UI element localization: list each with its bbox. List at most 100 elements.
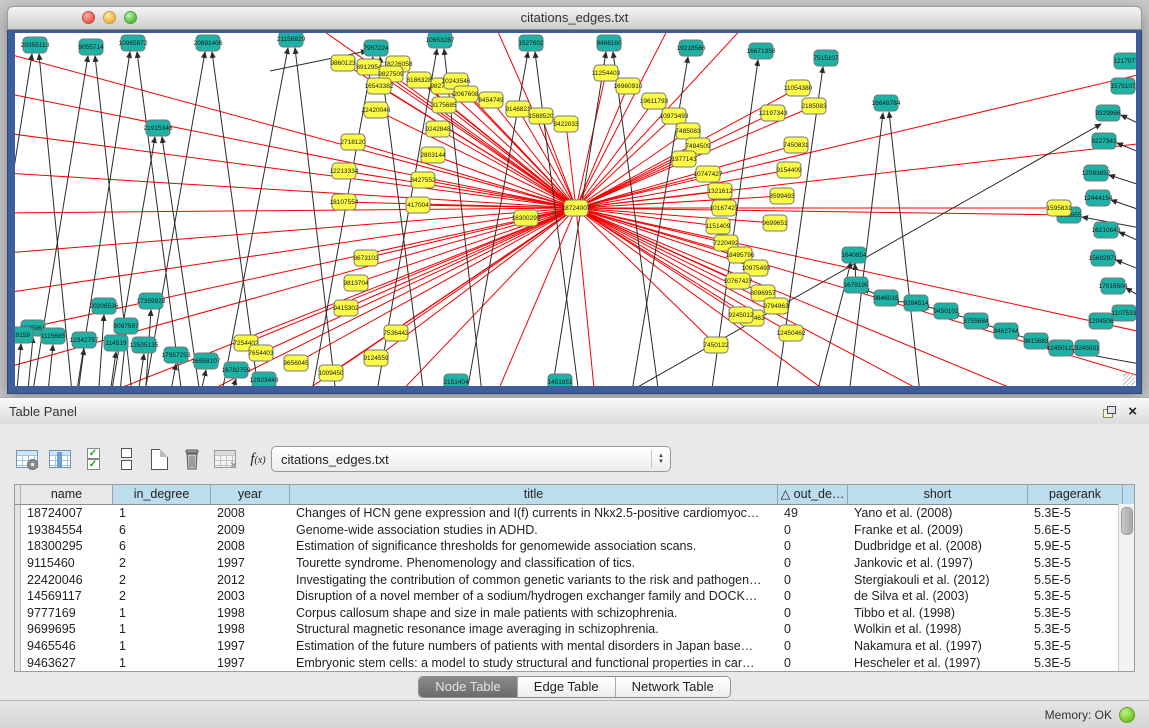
column-header-title[interactable]: title	[290, 485, 778, 504]
table-row[interactable]: 946362711997Embryonic stem cells: a mode…	[15, 654, 1134, 671]
cell-title[interactable]: Corpus callosum shape and size in male p…	[290, 606, 778, 620]
graph-edge[interactable]	[376, 110, 576, 208]
cell-year[interactable]: 2009	[211, 523, 290, 537]
graph-node[interactable]: 2067608	[453, 86, 479, 102]
table-options-icon[interactable]	[14, 446, 40, 472]
column-header-year[interactable]: year	[211, 485, 290, 504]
graph-node[interactable]: 7536442	[383, 325, 409, 341]
graph-node[interactable]: 8186328	[406, 72, 432, 88]
cell-title[interactable]: Structural magnetic resonance image aver…	[290, 622, 778, 636]
cell-pagerank[interactable]: 5.3E-5	[1028, 506, 1123, 520]
graph-node[interactable]: 9794963	[763, 298, 789, 314]
cell-out_de[interactable]: 0	[778, 556, 848, 570]
table-row[interactable]: 946554611997Estimation of the future num…	[15, 638, 1134, 655]
cell-name[interactable]: 9463627	[21, 656, 113, 670]
cell-pagerank[interactable]: 5.3E-5	[1028, 622, 1123, 636]
graph-node[interactable]: 12450122	[1047, 340, 1076, 356]
cell-in_degree[interactable]: 1	[113, 606, 211, 620]
table-scrollbar[interactable]	[1118, 504, 1134, 671]
cell-in_degree[interactable]: 6	[113, 539, 211, 553]
graph-node[interactable]: 9242848	[425, 121, 451, 137]
cell-year[interactable]: 2008	[211, 506, 290, 520]
graph-node[interactable]: 16671358	[747, 43, 776, 59]
cell-pagerank[interactable]: 5.3E-5	[1028, 556, 1123, 570]
cell-name[interactable]: 22420046	[21, 573, 113, 587]
column-header-short[interactable]: short	[848, 485, 1028, 504]
cell-title[interactable]: Tourette syndrome. Phenomenology and cla…	[290, 556, 778, 570]
graph-node[interactable]: 1977143	[671, 151, 697, 167]
cell-year[interactable]: 1997	[211, 639, 290, 653]
column-header-in_degree[interactable]: in_degree	[113, 485, 211, 504]
graph-node[interactable]: 9462744	[993, 323, 1019, 339]
tab-node-table[interactable]: Node Table	[419, 677, 518, 697]
cell-pagerank[interactable]: 5.6E-5	[1028, 523, 1123, 537]
cell-in_degree[interactable]: 6	[113, 523, 211, 537]
graph-node[interactable]: 16543382	[365, 78, 394, 94]
graph-node[interactable]: 10965872	[119, 35, 148, 51]
graph-node[interactable]: 8755684	[963, 313, 989, 329]
graph-node[interactable]: 9097587	[113, 318, 139, 334]
graph-node[interactable]: 1595831	[1046, 200, 1072, 216]
graph-edge[interactable]	[395, 208, 576, 386]
graph-node[interactable]: 16960910	[614, 78, 643, 94]
graph-node[interactable]: 7485083	[675, 123, 701, 139]
graph-edge[interactable]	[576, 208, 595, 386]
cell-title[interactable]: Estimation of the future numbers of pati…	[290, 639, 778, 653]
select-rows-icon[interactable]: ✓✓	[80, 446, 106, 472]
cell-out_de[interactable]: 0	[778, 589, 848, 603]
graph-node[interactable]: 1527602	[518, 35, 544, 51]
cell-short[interactable]: Jankovic et al. (1997)	[848, 556, 1028, 570]
graph-node[interactable]: 16958107	[192, 353, 221, 369]
graph-node[interactable]: 2185083	[801, 98, 827, 114]
graph-node[interactable]: 18107554	[330, 194, 359, 210]
graph-edge[interactable]	[576, 170, 789, 208]
graph-node[interactable]: 9813704	[343, 275, 369, 291]
graph-node[interactable]: 8673103	[353, 250, 379, 266]
graph-node[interactable]: 21915346	[144, 120, 173, 136]
graph-node[interactable]: 21156829	[277, 33, 306, 47]
table-row[interactable]: 911546021997Tourette syndrome. Phenomeno…	[15, 555, 1134, 572]
graph-node[interactable]: 19218586	[677, 40, 706, 56]
cell-out_de[interactable]: 0	[778, 656, 848, 670]
cell-out_de[interactable]: 0	[778, 622, 848, 636]
graph-edge[interactable]	[576, 33, 745, 208]
table-row[interactable]: 969969511998Structural magnetic resonanc…	[15, 621, 1134, 638]
graph-edge[interactable]	[137, 52, 183, 386]
cell-title[interactable]: Genome-wide association studies in ADHD.	[290, 523, 778, 537]
graph-node[interactable]: 1151409	[706, 218, 731, 234]
graph-node[interactable]: 9329966	[1095, 105, 1121, 121]
graph-edge[interactable]	[47, 345, 53, 386]
cell-title[interactable]: Changes of HCN gene expression and I(f) …	[290, 506, 778, 520]
cell-name[interactable]: 19384554	[21, 523, 113, 537]
float-window-icon[interactable]	[1103, 406, 1116, 418]
cell-out_de[interactable]: 49	[778, 506, 848, 520]
graph-node[interactable]: 8454749	[478, 92, 504, 108]
graph-node[interactable]: 9466160	[596, 35, 622, 51]
graph-node[interactable]: 10767427	[724, 273, 753, 289]
graph-node[interactable]: 20691406	[194, 35, 223, 51]
cell-short[interactable]: Tibbo et al. (1998)	[848, 606, 1028, 620]
cell-year[interactable]: 2003	[211, 589, 290, 603]
cell-title[interactable]: Embryonic stem cells: a model to study s…	[290, 656, 778, 670]
function-builder-icon[interactable]: f(x)	[245, 446, 271, 472]
graph-node[interactable]: 2803144	[420, 147, 446, 163]
table-row[interactable]: 1456911722003Disruption of a novel membe…	[15, 588, 1134, 605]
cell-out_de[interactable]: 0	[778, 639, 848, 653]
graph-node[interactable]: 12197343	[759, 105, 788, 121]
graph-node[interactable]: 17957253	[162, 347, 191, 363]
graph-node[interactable]: 9124559	[363, 350, 389, 366]
network-canvas[interactable]: 2035511390557141096587220691406211568297…	[15, 33, 1136, 386]
table-row[interactable]: 977716911998Corpus callosum shape and si…	[15, 605, 1134, 622]
graph-node[interactable]: 1588520	[528, 108, 554, 124]
graph-node[interactable]: 9146821	[505, 101, 531, 117]
cell-in_degree[interactable]: 2	[113, 573, 211, 587]
graph-node[interactable]: 1009450	[318, 365, 344, 381]
graph-node[interactable]: 12444154	[1084, 190, 1113, 206]
graph-edge[interactable]	[1119, 232, 1136, 244]
graph-node[interactable]: 12505135	[130, 337, 159, 353]
graph-edge[interactable]	[98, 315, 104, 386]
cell-title[interactable]: Estimation of significance thresholds fo…	[290, 539, 778, 553]
graph-node[interactable]: 12093852	[1082, 165, 1111, 181]
delete-entry-icon[interactable]	[179, 446, 205, 472]
column-header-out_de[interactable]: △ out_de…	[778, 485, 848, 504]
